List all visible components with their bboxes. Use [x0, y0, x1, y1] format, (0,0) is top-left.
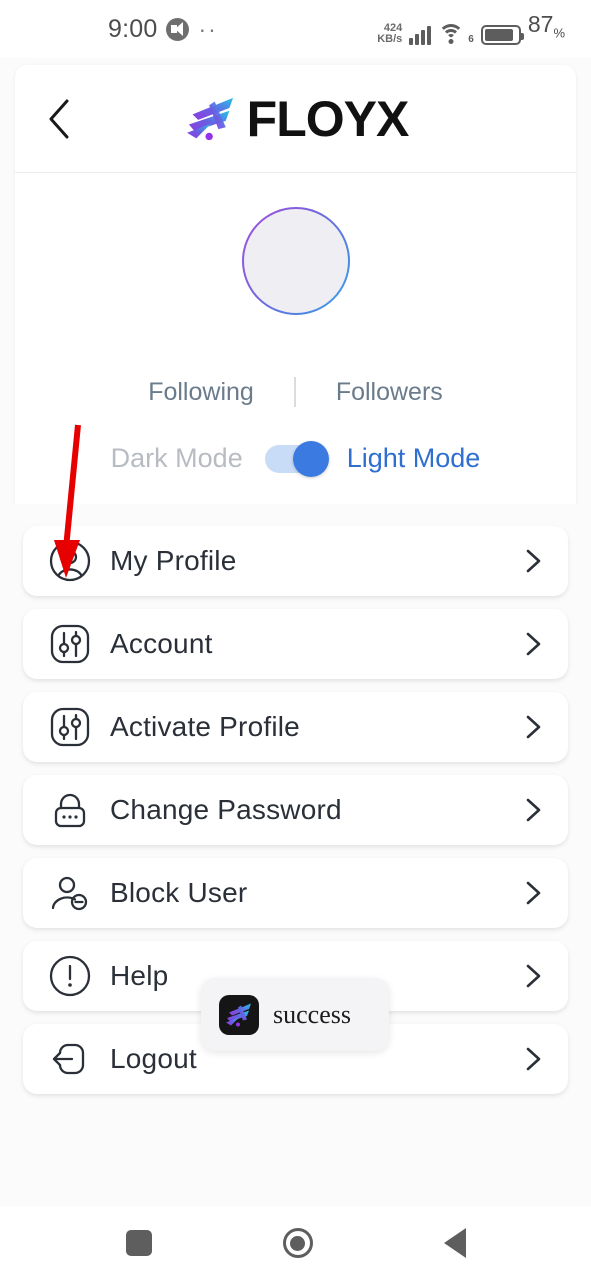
menu-item-label: Activate Profile	[110, 711, 300, 742]
chevron-right-icon	[526, 1047, 541, 1071]
sliders-icon	[47, 621, 93, 667]
phone-screen: 9:00 ·· 424 KB/s 6 87% FLOYX Following F…	[0, 0, 591, 1280]
chevron-right-icon	[526, 549, 541, 573]
exclamation-circle-icon	[47, 953, 93, 999]
menu-item-label: Change Password	[110, 794, 342, 825]
floyx-app-icon	[219, 994, 259, 1035]
triangle-back-icon[interactable]	[443, 1228, 466, 1258]
app-header: FLOYX	[15, 65, 576, 173]
status-bar-right: 424 KB/s 6 87%	[377, 13, 565, 45]
brand-name: FLOYX	[246, 90, 410, 147]
menu-item-change-password[interactable]: Change Password	[23, 775, 568, 845]
followers-link[interactable]: Followers	[296, 378, 483, 407]
wifi-icon	[438, 23, 465, 45]
status-bar-left: 9:00 ··	[108, 15, 218, 44]
chevron-right-icon	[526, 798, 541, 822]
menu-item-block-user[interactable]: Block User	[23, 858, 568, 928]
battery-percent-symbol: %	[553, 25, 565, 41]
chevron-right-icon	[526, 632, 541, 656]
status-dots: ··	[198, 16, 218, 42]
android-nav-bar	[0, 1206, 591, 1280]
cellular-signal-icon	[409, 25, 432, 45]
wifi-generation-label: 6	[468, 33, 474, 45]
profile-header-card: FLOYX Following Followers Dark Mode Ligh…	[15, 65, 576, 504]
volume-mute-icon	[166, 17, 190, 41]
square-recents-icon[interactable]	[125, 1230, 152, 1256]
menu-item-account[interactable]: Account	[23, 609, 568, 679]
menu-item-my-profile[interactable]: My Profile	[23, 526, 568, 596]
chevron-right-icon	[526, 881, 541, 905]
menu-item-activate-profile[interactable]: Activate Profile	[23, 692, 568, 762]
light-mode-label: Light Mode	[346, 443, 481, 473]
circle-home-icon[interactable]	[282, 1228, 313, 1258]
lock-icon	[47, 787, 93, 833]
brand-logo: FLOYX	[15, 65, 576, 172]
user-circle-icon	[47, 538, 93, 584]
logout-icon	[47, 1036, 93, 1082]
settings-menu: My Profile Account Activate Profile Chan…	[0, 504, 591, 1206]
toast-notification: success	[201, 978, 389, 1051]
dark-mode-label: Dark Mode	[110, 443, 243, 473]
network-speed: 424 KB/s	[377, 22, 403, 45]
profile-summary: Following Followers Dark Mode Light Mode	[15, 173, 576, 504]
network-speed-unit: KB/s	[377, 32, 403, 45]
menu-item-label: Block User	[110, 877, 248, 908]
chevron-left-icon	[49, 99, 69, 138]
status-time: 9:00	[108, 14, 158, 43]
back-button[interactable]	[31, 91, 87, 147]
toast-message: success	[273, 999, 351, 1029]
avatar-ring	[241, 207, 350, 315]
battery-percent: 87%	[528, 13, 565, 45]
chevron-right-icon	[526, 964, 541, 988]
sliders-icon	[47, 704, 93, 750]
menu-item-label: My Profile	[110, 545, 237, 576]
chevron-right-icon	[526, 715, 541, 739]
following-link[interactable]: Following	[108, 378, 294, 407]
floyx-logo-icon	[186, 97, 233, 140]
menu-item-label: Account	[110, 628, 213, 659]
theme-mode-row: Dark Mode Light Mode	[110, 440, 481, 477]
theme-toggle-knob	[292, 440, 329, 477]
battery-icon	[480, 24, 524, 45]
theme-toggle[interactable]	[264, 440, 329, 477]
status-bar: 9:00 ·· 424 KB/s 6 87%	[0, 0, 591, 58]
avatar[interactable]	[241, 207, 350, 315]
user-minus-icon	[47, 870, 93, 916]
avatar-image-placeholder	[243, 209, 348, 313]
battery-percent-value: 87	[527, 11, 554, 38]
follow-stats: Following Followers	[108, 377, 483, 407]
